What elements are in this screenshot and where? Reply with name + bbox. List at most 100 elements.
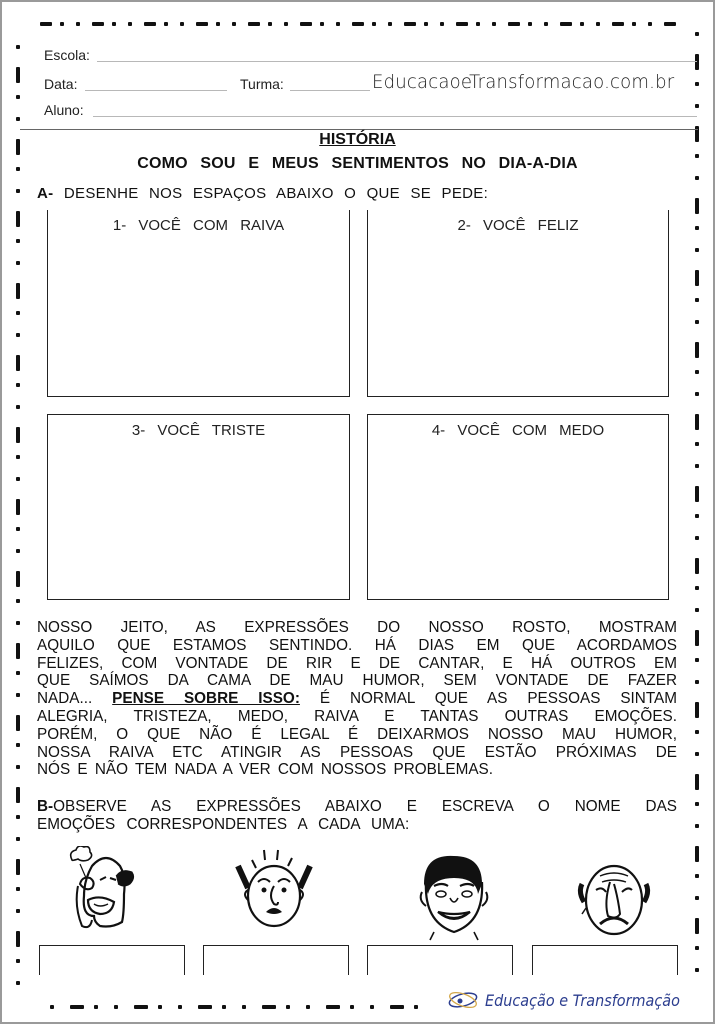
scared-face-icon	[235, 849, 313, 928]
border-mark	[612, 22, 624, 26]
border-mark	[286, 1005, 290, 1009]
class-field[interactable]	[290, 90, 370, 91]
border-mark	[16, 887, 20, 891]
border-mark	[695, 486, 699, 502]
border-mark	[16, 311, 20, 315]
border-mark	[695, 630, 699, 646]
border-mark	[580, 22, 584, 26]
date-field[interactable]	[85, 90, 227, 91]
border-mark	[424, 22, 428, 26]
border-mark	[695, 658, 699, 662]
border-mark	[695, 514, 699, 518]
border-mark	[216, 22, 220, 26]
border-mark	[695, 536, 699, 540]
border-mark	[232, 22, 236, 26]
border-mark	[16, 981, 20, 985]
border-mark	[16, 743, 20, 747]
border-mark	[695, 342, 699, 358]
border-mark	[695, 752, 699, 756]
border-mark	[92, 22, 104, 26]
border-mark	[508, 22, 520, 26]
border-mark	[404, 22, 416, 26]
border-mark	[695, 226, 699, 230]
answer-box-4[interactable]	[532, 945, 678, 975]
orbit-logo-icon	[448, 991, 478, 1009]
section-a-marker: A-	[37, 185, 54, 202]
drawing-box-angry[interactable]: 1- VOCÊ COM RAIVA	[47, 210, 350, 397]
border-mark	[178, 1005, 182, 1009]
border-mark	[16, 693, 20, 697]
border-mark	[70, 1005, 84, 1009]
border-mark	[16, 211, 20, 227]
border-mark	[16, 455, 20, 459]
border-mark	[695, 176, 699, 180]
border-mark	[284, 22, 288, 26]
border-mark	[695, 918, 699, 934]
answer-box-3[interactable]	[367, 945, 513, 975]
drawing-box-sad[interactable]: 3- VOCÊ TRISTE	[47, 414, 350, 600]
border-mark	[695, 392, 699, 396]
border-mark	[94, 1005, 98, 1009]
border-mark	[695, 104, 699, 108]
paragraph-line: FELIZES, COM VONTADE DE RIR E DE CANTAR,…	[37, 654, 677, 672]
border-mark	[695, 824, 699, 828]
student-field[interactable]	[93, 116, 697, 117]
border-mark	[50, 1005, 54, 1009]
border-mark	[16, 383, 20, 387]
border-mark	[350, 1005, 354, 1009]
border-mark	[16, 427, 20, 443]
border-mark	[388, 22, 392, 26]
date-label: Data:	[44, 76, 78, 92]
border-mark	[352, 22, 364, 26]
border-mark	[198, 1005, 212, 1009]
border-mark	[16, 117, 20, 121]
border-mark	[16, 45, 20, 49]
answer-box-2[interactable]	[203, 945, 349, 975]
border-mark	[695, 464, 699, 468]
border-mark	[144, 22, 156, 26]
border-mark	[248, 22, 260, 26]
border-mark	[268, 22, 272, 26]
border-mark	[695, 774, 699, 790]
border-mark	[16, 909, 20, 913]
border-mark	[60, 22, 64, 26]
drawing-box-happy[interactable]: 2- VOCÊ FELIZ	[367, 210, 669, 397]
border-mark	[16, 815, 20, 819]
border-mark	[544, 22, 548, 26]
answer-box-1[interactable]	[39, 945, 185, 975]
border-mark	[695, 730, 699, 734]
border-mark	[16, 239, 20, 243]
border-mark	[695, 82, 699, 86]
section-a-text: DESENHE NOS ESPAÇOS ABAIXO O QUE SE PEDE…	[63, 185, 489, 202]
border-mark	[16, 355, 20, 371]
school-field[interactable]	[97, 61, 697, 62]
border-mark	[16, 837, 20, 841]
emphasis-text: PENSE SOBRE ISSO:	[112, 690, 300, 708]
school-label: Escola:	[44, 47, 90, 63]
border-mark	[16, 499, 20, 515]
border-mark	[16, 671, 20, 675]
class-label: Turma:	[240, 76, 284, 92]
brand-name: Educação e Transformação	[485, 990, 680, 1010]
border-mark	[320, 22, 324, 26]
border-mark	[372, 22, 376, 26]
border-mark	[440, 22, 444, 26]
border-mark	[16, 189, 20, 193]
footer-brand: Educação e Transformação	[447, 986, 702, 1014]
header-divider	[20, 129, 698, 130]
border-mark	[456, 22, 468, 26]
border-mark	[326, 1005, 340, 1009]
border-mark	[16, 95, 20, 99]
border-mark	[695, 802, 699, 806]
border-mark	[114, 1005, 118, 1009]
border-mark	[370, 1005, 374, 1009]
border-mark	[414, 1005, 418, 1009]
border-mark	[180, 22, 184, 26]
drawing-box-fear[interactable]: 4- VOCÊ COM MEDO	[367, 414, 669, 600]
border-mark	[158, 1005, 162, 1009]
border-mark	[695, 54, 699, 70]
border-mark	[476, 22, 480, 26]
border-mark	[16, 67, 20, 83]
border-mark	[16, 549, 20, 553]
border-mark	[695, 370, 699, 374]
